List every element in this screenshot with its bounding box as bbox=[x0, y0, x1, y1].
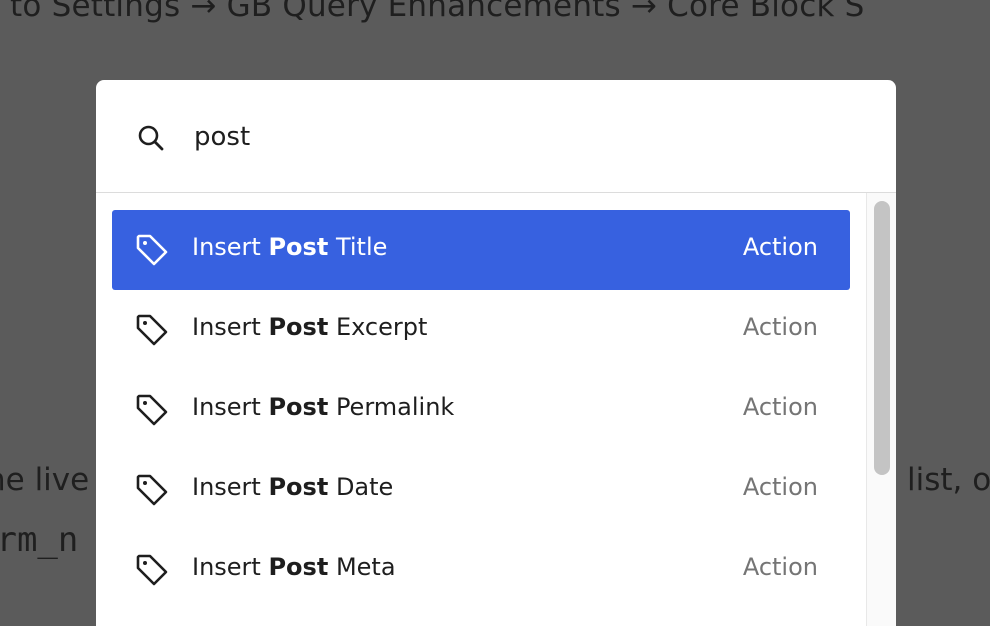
tag-icon bbox=[136, 394, 168, 426]
result-type: Action bbox=[742, 313, 818, 341]
result-type: Action bbox=[742, 553, 818, 581]
result-item-post-excerpt[interactable]: Insert Post Excerpt Action bbox=[112, 290, 850, 370]
result-label: Insert Post Permalink bbox=[192, 393, 455, 421]
result-item-post-title[interactable]: Insert Post Title Action bbox=[112, 210, 850, 290]
scrollbar-track[interactable] bbox=[866, 193, 896, 626]
result-label: Insert Post Title bbox=[192, 233, 388, 261]
results-list: Insert Post Title Action Insert Post Exc… bbox=[96, 193, 866, 626]
command-palette: Insert Post Title Action Insert Post Exc… bbox=[96, 80, 896, 626]
background-text-right: list, o bbox=[907, 462, 990, 498]
tag-icon bbox=[136, 234, 168, 266]
search-input[interactable] bbox=[194, 112, 794, 162]
tag-icon bbox=[136, 314, 168, 346]
result-type: Action bbox=[742, 233, 818, 261]
result-item-post-meta[interactable]: Insert Post Meta Action bbox=[112, 530, 850, 610]
result-item-post-date[interactable]: Insert Post Date Action bbox=[112, 450, 850, 530]
background-code: erm_n bbox=[0, 520, 79, 560]
result-type: Action bbox=[742, 473, 818, 501]
background-heading: to Settings → GB Query Enhancements → Co… bbox=[10, 0, 865, 24]
result-label: Insert Post Date bbox=[192, 473, 394, 501]
scrollbar-thumb[interactable] bbox=[874, 201, 890, 475]
tag-icon bbox=[136, 474, 168, 506]
search-icon bbox=[138, 125, 164, 151]
background-text-left: he live bbox=[0, 462, 90, 498]
result-label: Insert Post Meta bbox=[192, 553, 396, 581]
result-label: Insert Post Excerpt bbox=[192, 313, 428, 341]
result-type: Action bbox=[742, 393, 818, 421]
search-bar bbox=[96, 80, 896, 193]
tag-icon bbox=[136, 554, 168, 586]
result-item-post-permalink[interactable]: Insert Post Permalink Action bbox=[112, 370, 850, 450]
